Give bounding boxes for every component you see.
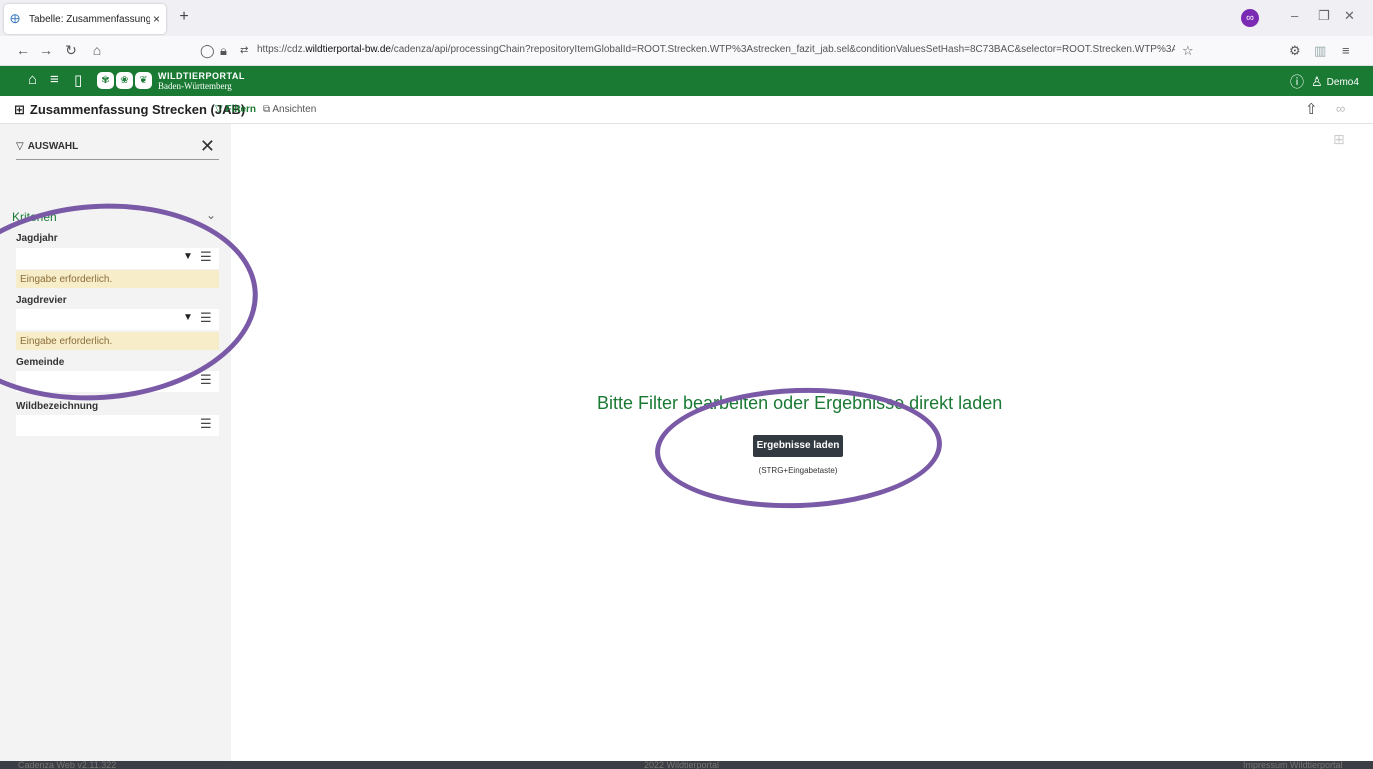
bookmark-star-icon[interactable]: ☆ <box>1182 43 1194 59</box>
tab-close-icon[interactable]: × <box>153 12 160 26</box>
link-icon[interactable]: ∞ <box>1336 101 1345 116</box>
reader-icon[interactable]: ▥ <box>1314 43 1326 59</box>
close-sidebar-icon[interactable]: ✕ <box>200 136 215 157</box>
bird-logo-icon: ❀ <box>116 72 133 89</box>
field-label-gemeinde: Gemeinde <box>16 357 65 368</box>
list-icon[interactable]: ☰ <box>200 372 212 388</box>
wildbezeichnung-select[interactable]: ☰ <box>16 415 219 436</box>
extension-icon[interactable]: ⚙ <box>1289 43 1301 59</box>
filter-icon: ▽ <box>16 141 24 152</box>
footer-imprint-link[interactable]: Impressum Wildtierportal <box>1243 761 1343 769</box>
page-header: ⊞ Zusammenfassung Strecken (JAB) ▽ Filte… <box>0 96 1373 124</box>
leaf-logo-icon: ❦ <box>135 72 152 89</box>
map-icon[interactable]: ▯ <box>74 71 82 89</box>
tab-title: Tabelle: Zusammenfassung Stre <box>29 13 150 25</box>
paw-logo-icon: ✾ <box>97 72 114 89</box>
gemeinde-select[interactable]: ☰ <box>16 371 219 392</box>
table-icon: ⊞ <box>14 102 25 117</box>
empty-state-message: Bitte Filter bearbeiten oder Ergebnisse … <box>597 393 1003 413</box>
help-icon[interactable]: ⓘ <box>1290 72 1304 92</box>
permissions-icon[interactable]: ⇄ <box>240 45 248 56</box>
criteria-section-title[interactable]: Kriterien <box>12 210 57 224</box>
page-title: ⊞ Zusammenfassung Strecken (JAB) <box>14 102 246 117</box>
list-icon[interactable]: ☰ <box>200 310 212 326</box>
home-icon[interactable]: ⌂ <box>28 71 37 88</box>
browser-nav-bar: ← → ↻ ⌂ ◯ 🔒︎ ⇄ https://cdz.wildtierporta… <box>0 36 1373 66</box>
home-icon[interactable]: ⌂ <box>88 42 106 58</box>
user-icon: ♙ <box>1311 74 1323 89</box>
close-window-icon[interactable]: ✕ <box>1344 8 1355 24</box>
portal-logo-text: WILDTIERPORTAL Baden-Württemberg <box>158 71 245 91</box>
filter-icon: ▽ <box>215 104 223 115</box>
list-icon[interactable]: ☰ <box>200 416 212 432</box>
lock-icon[interactable]: 🔒︎ <box>220 43 227 59</box>
views-icon: ⧉ <box>263 104 271 115</box>
jagdjahr-warning: Eingabe erforderlich. <box>16 270 219 288</box>
restore-icon[interactable]: ❐ <box>1318 8 1330 24</box>
portal-logo[interactable]: ✾ ❀ ❦ <box>97 72 152 89</box>
selection-header: ▽ AUSWAHL ✕ <box>16 134 219 160</box>
new-tab-button[interactable]: + <box>174 8 194 26</box>
hamburger-menu-icon[interactable]: ≡ <box>50 71 59 88</box>
globe-icon: 🜨 <box>10 12 21 26</box>
field-label-jagdrevier: Jagdrevier <box>16 295 67 306</box>
footer-copyright: 2022 Wildtierportal <box>644 761 720 769</box>
filter-button[interactable]: ▽ Filtern <box>215 104 256 115</box>
user-menu[interactable]: ♙ Demo4 <box>1311 74 1359 90</box>
app-header: ⌂ ≡ ▯ ✾ ❀ ❦ WILDTIERPORTAL Baden-Württem… <box>0 66 1373 96</box>
list-icon[interactable]: ☰ <box>200 249 212 265</box>
private-mask-icon: ∞ <box>1241 9 1259 27</box>
share-icon[interactable]: ⇧ <box>1305 100 1318 118</box>
back-icon[interactable]: ← <box>14 42 32 58</box>
browser-tab-bar: 🜨 Tabelle: Zusammenfassung Stre × + ∞ – … <box>0 0 1373 36</box>
jagdrevier-warning: Eingabe erforderlich. <box>16 332 219 350</box>
dropdown-caret-icon[interactable]: ▼ <box>183 251 193 262</box>
dropdown-caret-icon[interactable]: ▼ <box>183 312 193 323</box>
minimize-icon[interactable]: – <box>1291 8 1298 23</box>
field-label-jagdjahr: Jagdjahr <box>16 233 58 244</box>
footer-version: Cadenza Web v2.11.322 <box>18 761 117 769</box>
url-bar[interactable]: https://cdz.wildtierportal-bw.de/cadenza… <box>257 44 1175 55</box>
jagdjahr-select[interactable]: ▼ ☰ <box>16 248 219 269</box>
jagdrevier-select[interactable]: ▼ ☰ <box>16 309 219 330</box>
page-footer: Cadenza Web v2.11.322 2022 Wildtierporta… <box>0 761 1373 769</box>
browser-tab[interactable]: 🜨 Tabelle: Zusammenfassung Stre × <box>4 4 166 34</box>
menu-icon[interactable]: ≡ <box>1342 43 1350 58</box>
field-label-wildbezeichnung: Wildbezeichnung <box>16 401 99 412</box>
shortcut-hint: (STRG+Eingabetaste) <box>758 466 838 475</box>
views-button[interactable]: ⧉ Ansichten <box>263 104 316 115</box>
chevron-down-icon[interactable]: ⌄ <box>206 208 216 222</box>
forward-icon[interactable]: → <box>37 42 55 58</box>
load-results-button[interactable]: Ergebnisse laden <box>753 435 843 457</box>
shield-icon[interactable]: ◯ <box>200 43 215 59</box>
user-name: Demo4 <box>1326 76 1359 88</box>
table-view-icon[interactable]: ⊞ <box>1333 131 1345 148</box>
reload-icon[interactable]: ↻ <box>62 42 80 59</box>
filter-sidebar: ▽ AUSWAHL ✕ Kriterien ⌄ Jagdjahr ▼ ☰ Ein… <box>0 124 231 761</box>
